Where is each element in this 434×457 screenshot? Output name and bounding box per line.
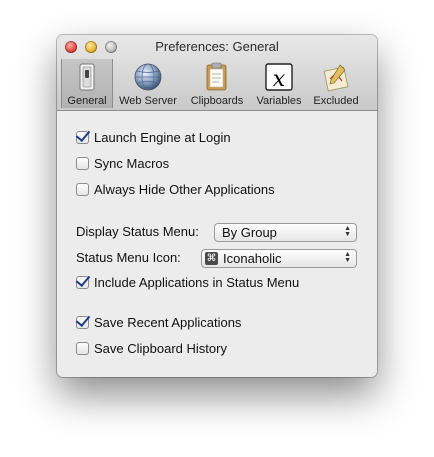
save-recent-checkbox[interactable] [76,316,89,329]
include-apps-option[interactable]: Include Applications in Status Menu [76,275,299,290]
checkbox-label: Sync Macros [94,156,170,171]
sync-macros-checkbox[interactable] [76,157,89,170]
tab-label: Web Server [119,95,177,107]
tab-variables[interactable]: 𝑥 Variables [251,59,307,108]
display-status-menu-popup[interactable]: By Group ▲ ▼ [214,223,357,242]
checkbox-label: Include Applications in Status Menu [94,275,300,290]
tab-excluded[interactable]: Excluded [307,59,365,108]
switch-icon [79,63,95,91]
popup-value: Iconaholic [223,251,282,266]
command-key-icon: ⌘ [205,252,218,265]
launch-at-login-checkbox[interactable] [76,131,89,144]
save-recent-option[interactable]: Save Recent Applications [76,315,241,330]
popup-arrows-icon: ▲ ▼ [344,251,351,264]
popup-value: By Group [222,225,277,240]
status-menu-icon-label: Status Menu Icon: [76,250,181,265]
status-menu-icon-popup[interactable]: ⌘ Iconaholic ▲ ▼ [201,249,357,268]
popup-arrows-icon: ▲ ▼ [344,225,351,238]
save-clipboard-option[interactable]: Save Clipboard History [76,341,227,356]
checkbox-label: Save Clipboard History [94,341,227,356]
display-status-menu-row: Display Status Menu: [76,224,199,239]
checkbox-label: Save Recent Applications [94,315,242,330]
window-title: Preferences: General [155,39,279,54]
checkbox-label: Launch Engine at Login [94,130,231,145]
tab-label: Variables [256,95,302,107]
toolbar-tabs: General Web Server Clipboards 𝑥 Variable… [61,59,365,109]
clipboard-icon [206,62,227,91]
launch-at-login-option[interactable]: Launch Engine at Login [76,130,231,145]
tab-web-server[interactable]: Web Server [113,59,183,108]
tab-clipboards[interactable]: Clipboards [183,59,251,108]
sync-macros-option[interactable]: Sync Macros [76,156,169,171]
svg-text:𝑥: 𝑥 [273,67,286,92]
checkbox-label: Always Hide Other Applications [94,182,275,197]
always-hide-option[interactable]: Always Hide Other Applications [76,182,275,197]
tab-label: General [67,95,107,107]
excluded-app-icon [323,64,349,92]
display-status-menu-label: Display Status Menu: [76,224,199,239]
variable-x-icon: 𝑥 [265,63,293,92]
include-apps-checkbox[interactable] [76,276,89,289]
tab-label: Excluded [313,95,359,107]
tab-label: Clipboards [190,95,244,107]
globe-icon [134,63,162,91]
tab-general[interactable]: General [61,59,113,108]
always-hide-checkbox[interactable] [76,183,89,196]
status-menu-icon-row: Status Menu Icon: [76,250,181,265]
save-clipboard-checkbox[interactable] [76,342,89,355]
title-toolbar: Preferences: General General Web Server … [57,35,377,111]
preferences-window: Preferences: General General Web Server … [57,35,377,377]
